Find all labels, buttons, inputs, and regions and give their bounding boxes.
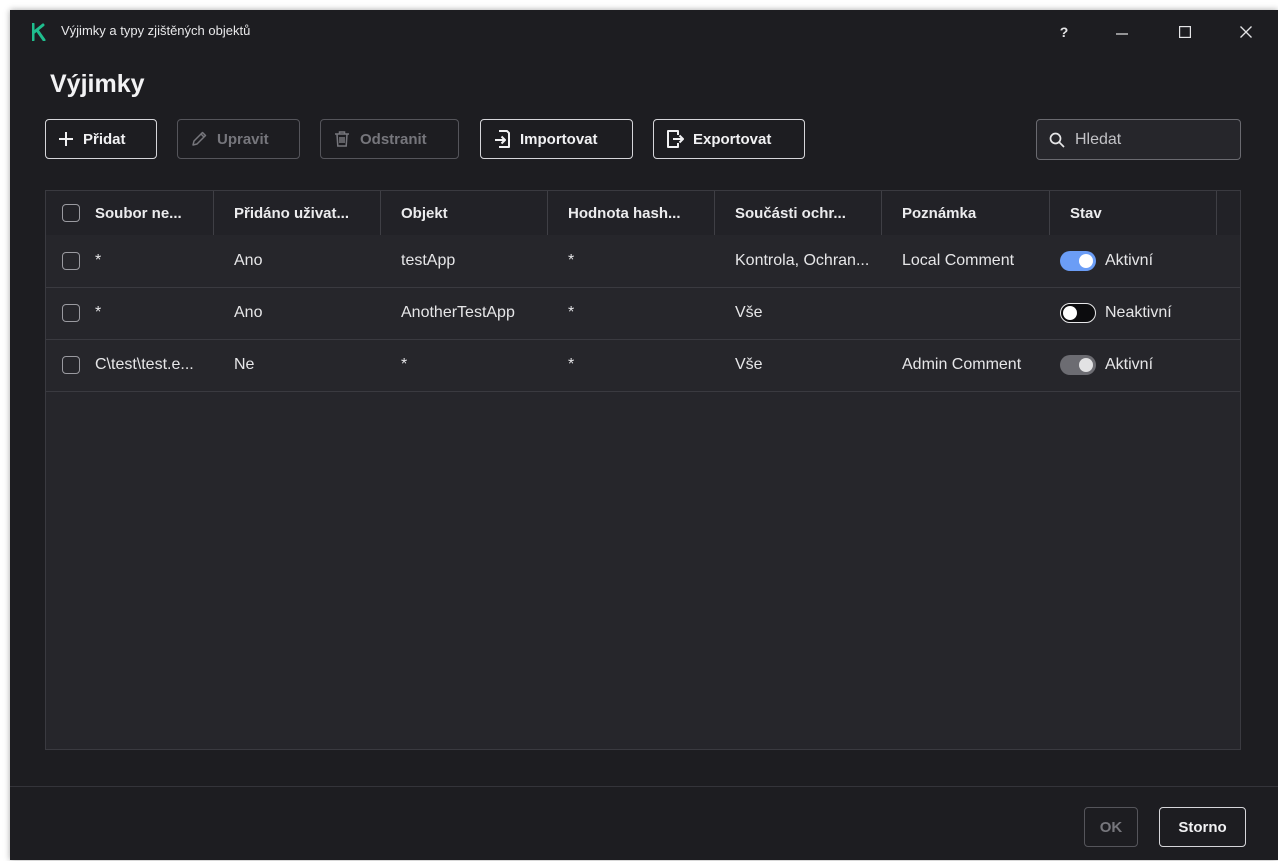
export-button[interactable]: Exportovat xyxy=(653,119,805,159)
import-button-label: Importovat xyxy=(520,130,598,148)
cancel-button[interactable]: Storno xyxy=(1159,807,1246,847)
minimize-icon xyxy=(1116,33,1128,35)
state-toggle[interactable] xyxy=(1060,251,1096,271)
maximize-icon xyxy=(1179,26,1191,38)
cell-state: Aktivní xyxy=(1050,339,1220,391)
search-input[interactable] xyxy=(1075,130,1215,149)
import-button[interactable]: Importovat xyxy=(480,119,633,159)
edit-button-label: Upravit xyxy=(217,130,269,148)
cell-components: Vše xyxy=(735,304,763,321)
title-bar: Výjimky a typy zjištěných objektů ? xyxy=(10,10,1278,54)
window-title: Výjimky a typy zjištěných objektů xyxy=(61,23,251,38)
cell-file: * xyxy=(95,252,102,269)
state-toggle[interactable] xyxy=(1060,303,1096,323)
column-header-comment[interactable]: Poznámka xyxy=(882,191,1050,235)
add-button[interactable]: Přidat xyxy=(45,119,157,159)
select-all-checkbox[interactable] xyxy=(62,204,80,222)
state-label: Aktivní xyxy=(1105,356,1154,373)
edit-button[interactable]: Upravit xyxy=(177,119,300,159)
cell-object: * xyxy=(401,356,408,373)
cell-added-by-user: Ano xyxy=(234,252,263,269)
cell-object: AnotherTestApp xyxy=(401,304,515,321)
state-label: Aktivní xyxy=(1105,252,1154,269)
minimize-button[interactable] xyxy=(1100,18,1144,46)
page-title: Výjimky xyxy=(50,70,145,98)
table-row[interactable]: C\test\test.e... Ne * * Vše Admin Commen… xyxy=(46,339,1240,392)
table-row[interactable]: * Ano testApp * Kontrola, Ochran... Loca… xyxy=(46,235,1240,288)
cell-hash: * xyxy=(568,304,575,321)
search-box xyxy=(1036,119,1241,160)
cell-components: Vše xyxy=(735,356,763,373)
kaspersky-logo-icon xyxy=(32,23,46,41)
cell-comment: Admin Comment xyxy=(902,356,1022,373)
column-header-file-label: Soubor ne... xyxy=(95,204,182,222)
cell-file: * xyxy=(95,304,102,321)
pencil-icon xyxy=(192,131,207,146)
import-icon xyxy=(495,130,510,148)
column-header-added-by-user[interactable]: Přidáno uživat... xyxy=(214,191,381,235)
help-button[interactable]: ? xyxy=(1042,18,1086,46)
state-label: Neaktivní xyxy=(1105,304,1172,321)
cell-comment xyxy=(882,287,1050,339)
dialog-footer: OK Storno xyxy=(10,786,1278,861)
search-icon xyxy=(1049,132,1065,148)
cell-components: Kontrola, Ochran... xyxy=(735,252,870,269)
table-row[interactable]: * Ano AnotherTestApp * Vše Neaktivní xyxy=(46,287,1240,340)
close-button[interactable] xyxy=(1224,18,1268,46)
export-button-label: Exportovat xyxy=(693,130,772,148)
exclusions-table: Soubor ne... Přidáno uživat... Objekt Ho… xyxy=(45,190,1241,750)
column-header-state[interactable]: Stav xyxy=(1050,191,1217,235)
cell-state: Aktivní xyxy=(1050,235,1220,287)
trash-icon xyxy=(335,131,349,147)
delete-button-label: Odstranit xyxy=(360,130,427,148)
maximize-button[interactable] xyxy=(1163,18,1207,46)
exclusions-window: Výjimky a typy zjištěných objektů ? Výji… xyxy=(10,10,1278,860)
cell-state: Neaktivní xyxy=(1050,287,1220,339)
table-header: Soubor ne... Přidáno uživat... Objekt Ho… xyxy=(46,191,1240,235)
ok-button[interactable]: OK xyxy=(1084,807,1138,847)
close-icon xyxy=(1240,26,1252,38)
cell-comment: Local Comment xyxy=(902,252,1015,269)
plus-icon xyxy=(59,132,73,146)
delete-button[interactable]: Odstranit xyxy=(320,119,459,159)
cell-object: testApp xyxy=(401,252,456,269)
cell-hash: * xyxy=(568,356,575,373)
export-icon xyxy=(667,130,684,148)
column-header-object[interactable]: Objekt xyxy=(381,191,548,235)
column-header-file[interactable]: Soubor ne... xyxy=(46,191,214,235)
cell-added-by-user: Ano xyxy=(234,304,263,321)
add-button-label: Přidat xyxy=(83,130,126,148)
cell-file: C\test\test.e... xyxy=(95,356,194,373)
column-header-components[interactable]: Součásti ochr... xyxy=(715,191,882,235)
state-toggle[interactable] xyxy=(1060,355,1096,375)
cell-hash: * xyxy=(568,252,575,269)
column-header-hash[interactable]: Hodnota hash... xyxy=(548,191,715,235)
cell-added-by-user: Ne xyxy=(234,356,255,373)
